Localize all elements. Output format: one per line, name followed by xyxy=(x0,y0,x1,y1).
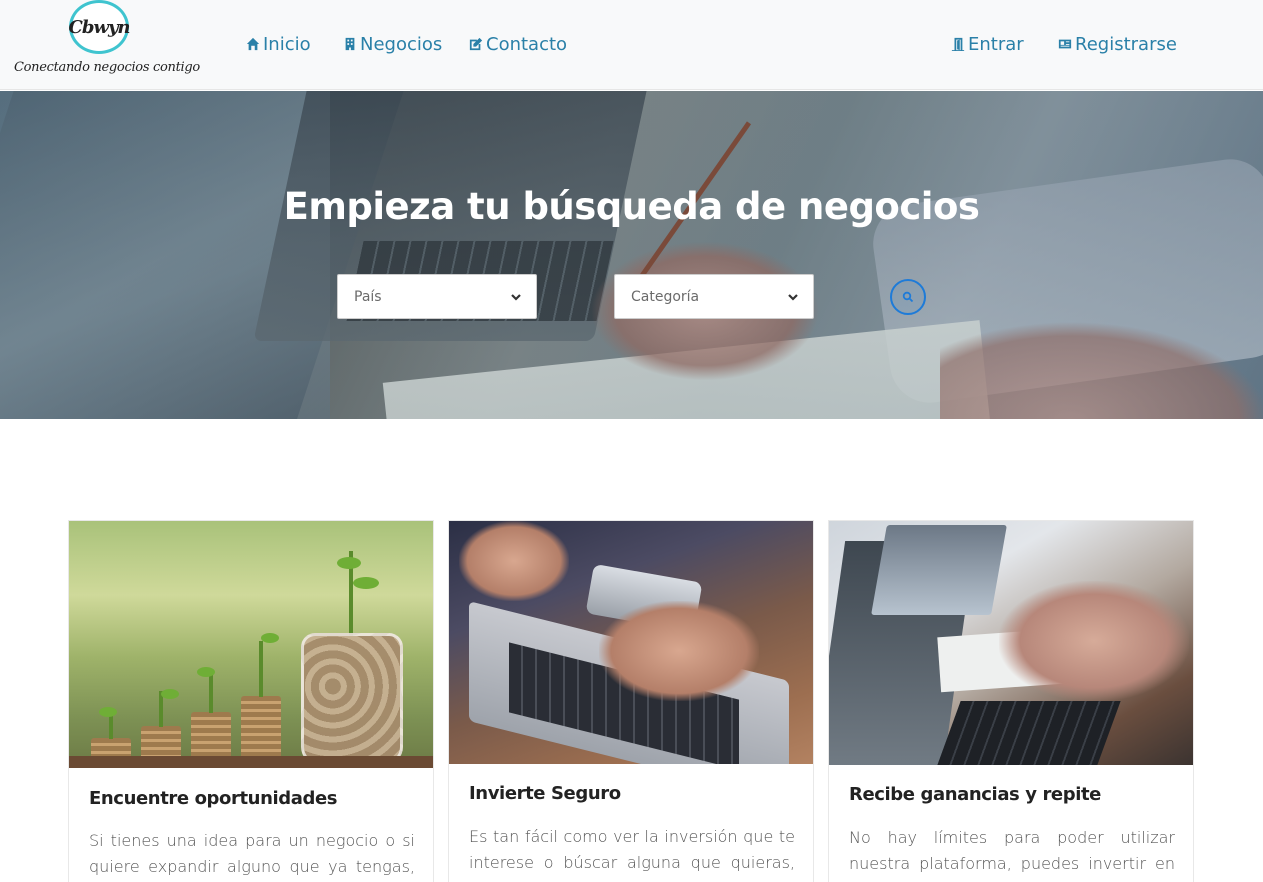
leaf xyxy=(261,633,279,643)
business-meeting-photo xyxy=(829,521,1193,765)
hand xyxy=(999,581,1189,701)
door-icon xyxy=(951,37,965,51)
nav-negocios-label: Negocios xyxy=(360,33,443,55)
building-icon xyxy=(345,37,355,51)
leaf xyxy=(99,707,117,717)
nav-inicio-link[interactable]: Inicio xyxy=(246,33,311,55)
id-card-icon xyxy=(1058,39,1072,49)
nav-contacto-link[interactable]: Contacto xyxy=(469,33,567,55)
card-opportunities: Encuentre oportunidades Si tienes una id… xyxy=(68,520,434,882)
edit-icon xyxy=(469,37,483,51)
search-button[interactable] xyxy=(890,279,926,315)
card-title: Recibe ganancias y repite xyxy=(849,784,1101,805)
hand xyxy=(599,601,759,701)
nav-contacto-label: Contacto xyxy=(486,33,568,55)
laptop-screen xyxy=(871,525,1007,615)
card-text: Si tienes una idea para un negocio o si … xyxy=(89,831,415,876)
logo-text: Cbwyn xyxy=(68,16,131,38)
card-text: Es tan fácil como ver la inversión que t… xyxy=(469,827,795,882)
keyboard xyxy=(937,701,1121,765)
nav-entrar-link[interactable]: Entrar xyxy=(951,33,1024,55)
nav-registrarse-label: Registrarse xyxy=(1075,33,1177,55)
coins-and-plants-photo xyxy=(69,521,433,768)
chevron-down-icon xyxy=(511,293,521,301)
hero-hand-right xyxy=(940,321,1263,419)
card-earnings: Recibe ganancias y repite No hay límites… xyxy=(828,520,1194,882)
logo[interactable]: Cbwyn Conectando negocios contigo xyxy=(10,0,200,88)
home-icon xyxy=(246,37,260,51)
table-surface xyxy=(69,756,433,768)
leaf xyxy=(337,557,361,569)
hand xyxy=(459,521,569,601)
nav-entrar-label: Entrar xyxy=(968,33,1024,55)
search-icon xyxy=(902,291,914,303)
chevron-down-icon xyxy=(788,293,798,301)
leaf xyxy=(353,577,379,589)
nav-registrarse-link[interactable]: Registrarse xyxy=(1058,33,1177,55)
hero-title: Empieza tu búsqueda de negocios xyxy=(283,185,980,228)
logo-badge: Cbwyn xyxy=(68,0,131,54)
category-select-value: Categoría xyxy=(631,288,700,305)
navbar: Cbwyn Conectando negocios contigo Inicio… xyxy=(0,0,1263,90)
card-invest: Invierte Seguro Es tan fácil como ver la… xyxy=(448,520,814,882)
country-select-value: País xyxy=(354,288,382,305)
coin-jar xyxy=(301,633,403,765)
hero-banner: Empieza tu búsqueda de negocios País Cat… xyxy=(0,91,1263,419)
nav-negocios-link[interactable]: Negocios xyxy=(343,33,442,55)
category-select[interactable]: Categoría xyxy=(614,274,814,319)
nav-inicio-label: Inicio xyxy=(263,33,311,55)
country-select[interactable]: País xyxy=(337,274,537,319)
card-title: Invierte Seguro xyxy=(469,783,621,804)
card-title: Encuentre oportunidades xyxy=(89,788,338,809)
phone-and-laptop-photo xyxy=(449,521,813,764)
card-text: No hay límites para poder utilizar nuest… xyxy=(849,828,1175,882)
leaf xyxy=(161,689,179,699)
leaf xyxy=(197,667,215,677)
sprout xyxy=(259,641,263,697)
logo-tagline: Conectando negocios contigo xyxy=(14,60,200,75)
